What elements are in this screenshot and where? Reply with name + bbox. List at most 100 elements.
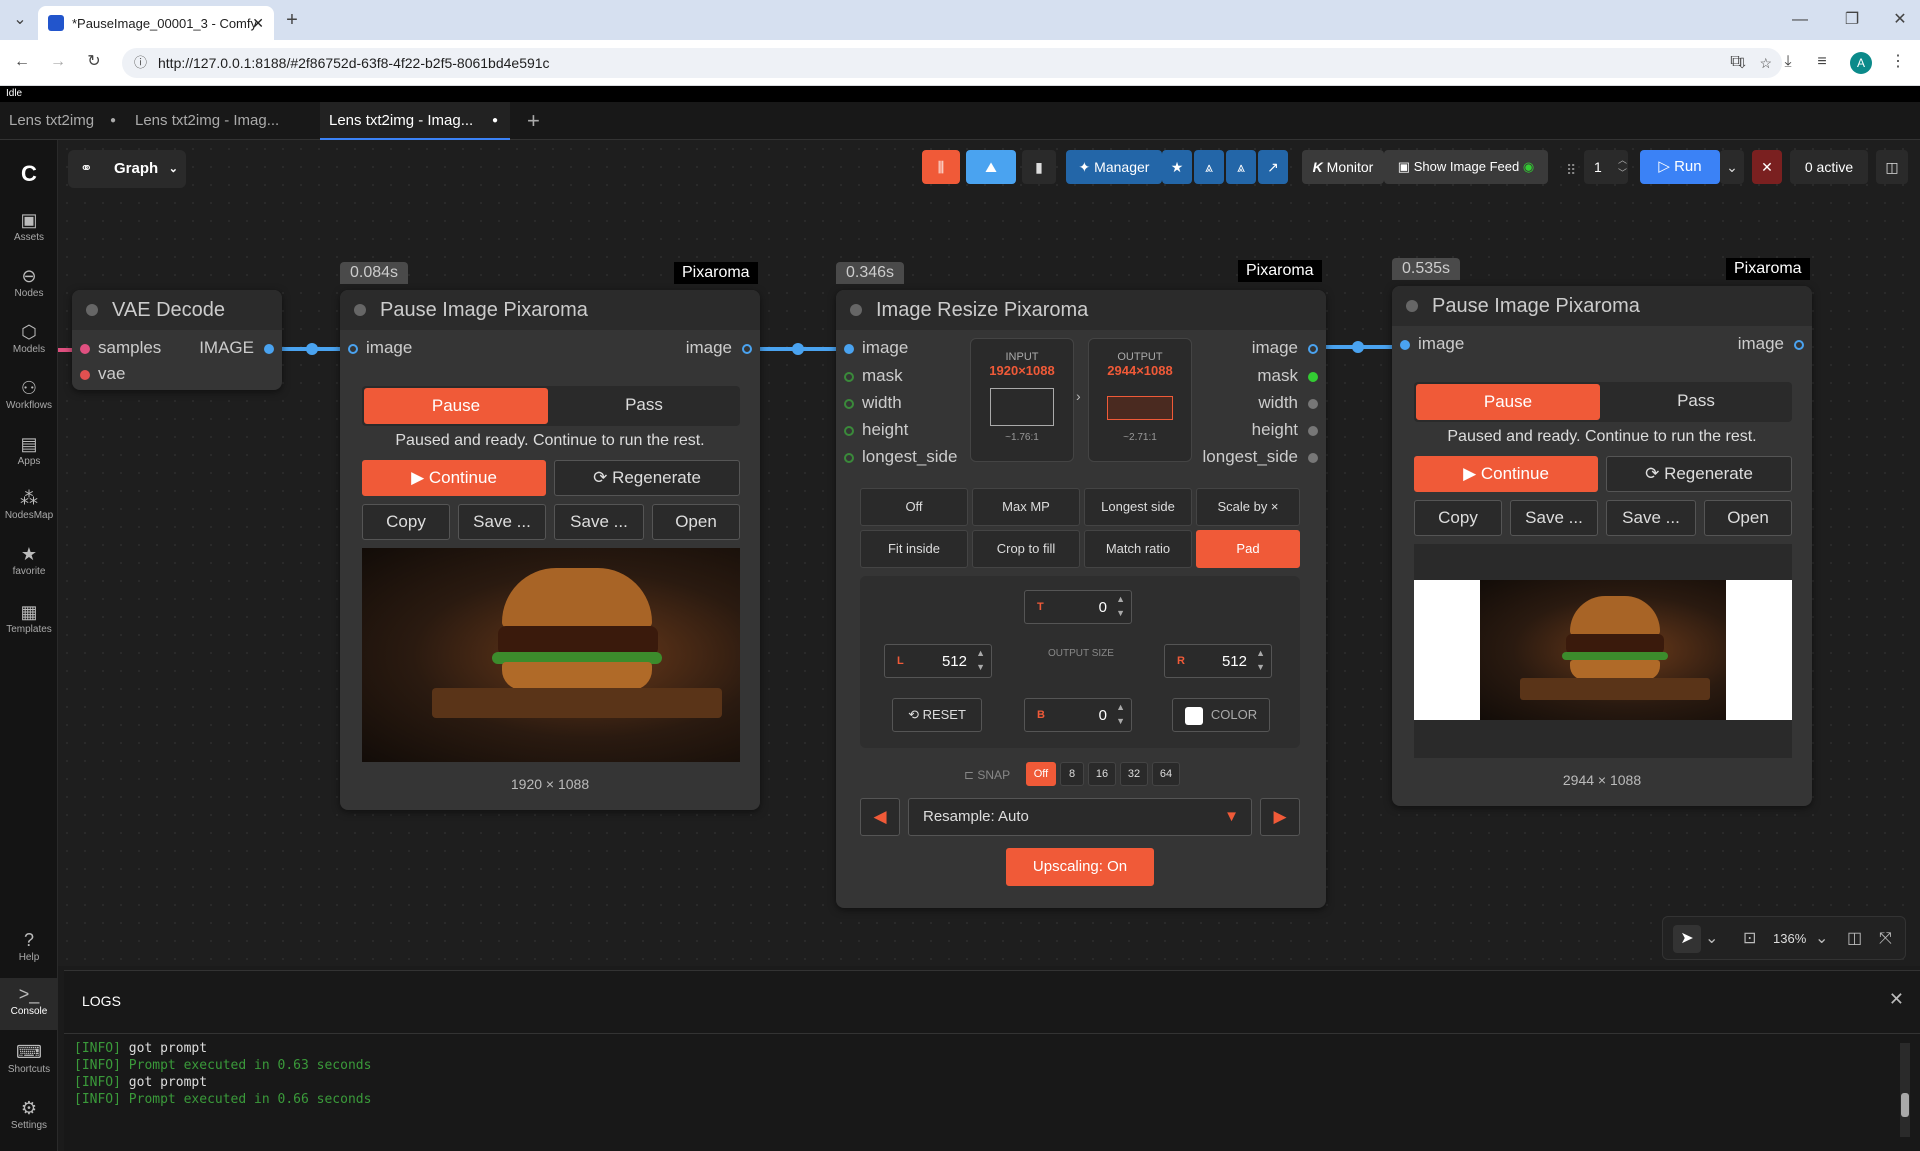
open-button[interactable]: Open: [652, 504, 740, 540]
run-button[interactable]: ▷ Run: [1640, 150, 1720, 184]
node-title[interactable]: VAE Decode: [72, 290, 282, 330]
star-icon[interactable]: ★: [1162, 150, 1192, 184]
resample-prev-button[interactable]: ◀: [860, 798, 900, 836]
snap-16-button[interactable]: 16: [1088, 762, 1116, 786]
stepper-icon[interactable]: ▲ ▼: [1116, 592, 1125, 620]
save-button[interactable]: Save ...: [458, 504, 546, 540]
sidebar-item-apps[interactable]: ▤ Apps: [0, 432, 58, 467]
graph-mode-dropdown[interactable]: ⚭ Graph ⌄: [68, 150, 186, 188]
forward-icon[interactable]: →: [44, 48, 72, 76]
workflow-tab[interactable]: Lens txt2img - Imag...: [126, 102, 320, 140]
workflow-tab-active[interactable]: Lens txt2img - Imag... ●: [320, 102, 510, 140]
input-pin-longest-side[interactable]: [844, 453, 854, 463]
snap-off-button[interactable]: Off: [1026, 762, 1056, 786]
back-icon[interactable]: ←: [8, 48, 36, 76]
regenerate-button[interactable]: ⟳ Regenerate: [1606, 456, 1792, 492]
mode-crop-to-fill-button[interactable]: Crop to fill: [972, 530, 1080, 568]
extensions-icon[interactable]: ⧉: [1722, 48, 1750, 76]
minimap-icon[interactable]: ◫: [1847, 925, 1862, 953]
minimize-icon[interactable]: —: [1786, 6, 1814, 34]
tab-search-icon[interactable]: ⌄: [6, 6, 34, 34]
close-window-icon[interactable]: ✕: [1886, 6, 1914, 34]
node-image-resize[interactable]: Image Resize Pixaroma image mask width h…: [836, 290, 1326, 908]
regenerate-button[interactable]: ⟳ Regenerate: [554, 460, 740, 496]
input-pin-image[interactable]: [1400, 340, 1410, 350]
node-collapse-dot[interactable]: [86, 304, 98, 316]
stepper-icon[interactable]: ▲ ▼: [1116, 700, 1125, 728]
pad-bottom-input[interactable]: B 0 ▲ ▼: [1024, 698, 1132, 732]
input-pin-samples[interactable]: [80, 344, 90, 354]
mode-scale-by-button[interactable]: Scale by ×: [1196, 488, 1300, 526]
show-image-feed-toggle[interactable]: ▣ Show Image Feed ◉: [1384, 150, 1548, 184]
site-info-icon[interactable]: ⓘ: [134, 48, 147, 78]
fit-view-icon[interactable]: ⊡: [1743, 925, 1756, 953]
input-pin-image[interactable]: [844, 344, 854, 354]
chevron-down-icon[interactable]: ⌄: [1705, 925, 1718, 953]
sidebar-item-assets[interactable]: ▣ Assets: [0, 208, 58, 243]
mode-fit-inside-button[interactable]: Fit inside: [860, 530, 968, 568]
downloads-icon[interactable]: ⤓: [1774, 48, 1802, 76]
reset-pad-button[interactable]: ⟲ RESET: [892, 698, 982, 732]
snap-8-button[interactable]: 8: [1060, 762, 1084, 786]
node-vae-decode[interactable]: VAE Decode samples vae IMAGE: [72, 290, 282, 390]
sidebar-item-settings[interactable]: ⚙ Settings: [0, 1096, 58, 1131]
save-as-button[interactable]: Save ...: [1606, 500, 1696, 536]
sidebar-item-templates[interactable]: ▦ Templates: [0, 600, 58, 635]
mode-longest-side-button[interactable]: Longest side: [1084, 488, 1192, 526]
resample-select[interactable]: Resample: Auto ▼: [908, 798, 1252, 836]
select-pointer-icon[interactable]: ➤: [1673, 925, 1701, 953]
chevron-down-icon[interactable]: ⌄: [1815, 925, 1828, 953]
stepper-icon[interactable]: ▲ ▼: [976, 646, 985, 674]
output-pin-longest-side[interactable]: [1308, 453, 1318, 463]
input-pin-image[interactable]: [348, 344, 358, 354]
preview-image-burger[interactable]: [362, 548, 740, 762]
monitor-button[interactable]: K Monitor: [1302, 150, 1384, 184]
output-pin-image[interactable]: [1794, 340, 1804, 350]
logs-scrollbar[interactable]: [1900, 1043, 1910, 1137]
add-workflow-tab-button[interactable]: +: [518, 102, 548, 140]
bookmark-star-icon[interactable]: ☆: [1759, 48, 1772, 78]
input-pin-vae[interactable]: [80, 370, 90, 380]
pass-button[interactable]: Pass: [552, 388, 736, 424]
share-icon[interactable]: ↗: [1258, 150, 1288, 184]
sidebar-item-favorite[interactable]: ★ favorite: [0, 542, 58, 577]
mode-off-button[interactable]: Off: [860, 488, 968, 526]
output-pin-image[interactable]: [1308, 344, 1318, 354]
bookmark-button[interactable]: ▮: [1022, 150, 1056, 184]
new-tab-button[interactable]: +: [278, 6, 306, 34]
save-button[interactable]: Save ...: [1510, 500, 1598, 536]
output-pin-image[interactable]: [264, 344, 274, 354]
input-pin-mask[interactable]: [844, 372, 854, 382]
resample-next-button[interactable]: ▶: [1260, 798, 1300, 836]
sidebar-item-help[interactable]: ? Help: [0, 928, 58, 963]
node-collapse-dot[interactable]: [354, 304, 366, 316]
zoom-level[interactable]: 136%: [1773, 925, 1806, 953]
continue-button[interactable]: ▶ Continue: [362, 460, 546, 496]
run-options-chevron-icon[interactable]: ⌄: [1720, 150, 1744, 184]
preview-image-frame[interactable]: [1414, 544, 1792, 758]
sidebar-item-models[interactable]: ⬡ Models: [0, 320, 58, 355]
close-tab-icon[interactable]: ✕: [252, 15, 264, 32]
drag-handle-icon[interactable]: ⠿: [1566, 162, 1576, 179]
pause-button[interactable]: Pause: [1416, 384, 1600, 420]
mode-pad-button[interactable]: Pad: [1196, 530, 1300, 568]
mode-max-mp-button[interactable]: Max MP: [972, 488, 1080, 526]
open-button[interactable]: Open: [1704, 500, 1792, 536]
hide-links-icon[interactable]: ⤧: [1879, 925, 1892, 953]
snap-32-button[interactable]: 32: [1120, 762, 1148, 786]
mode-match-ratio-button[interactable]: Match ratio: [1084, 530, 1192, 568]
pause-button[interactable]: Pause: [364, 388, 548, 424]
node-collapse-dot[interactable]: [1406, 300, 1418, 312]
cancel-run-button[interactable]: ✕: [1752, 150, 1782, 184]
node-title[interactable]: Pause Image Pixaroma: [1392, 286, 1812, 326]
sidebar-item-nodesmap[interactable]: ⁂ NodesMap: [0, 486, 58, 521]
pixaroma-logo-button[interactable]: ⛰: [966, 150, 1016, 184]
audio-wave-button[interactable]: ⫼: [922, 150, 960, 184]
sidebar-item-workflows[interactable]: ⚇ Workflows: [0, 376, 58, 411]
node-collapse-dot[interactable]: [850, 304, 862, 316]
node-pause-image-2[interactable]: Pause Image Pixaroma image image Pause P…: [1392, 286, 1812, 806]
batch-stepper[interactable]: ︿ ﹀: [1618, 154, 1627, 180]
reload-icon[interactable]: ↻: [80, 48, 108, 76]
output-pin-height[interactable]: [1308, 426, 1318, 436]
node-title[interactable]: Image Resize Pixaroma: [836, 290, 1326, 330]
